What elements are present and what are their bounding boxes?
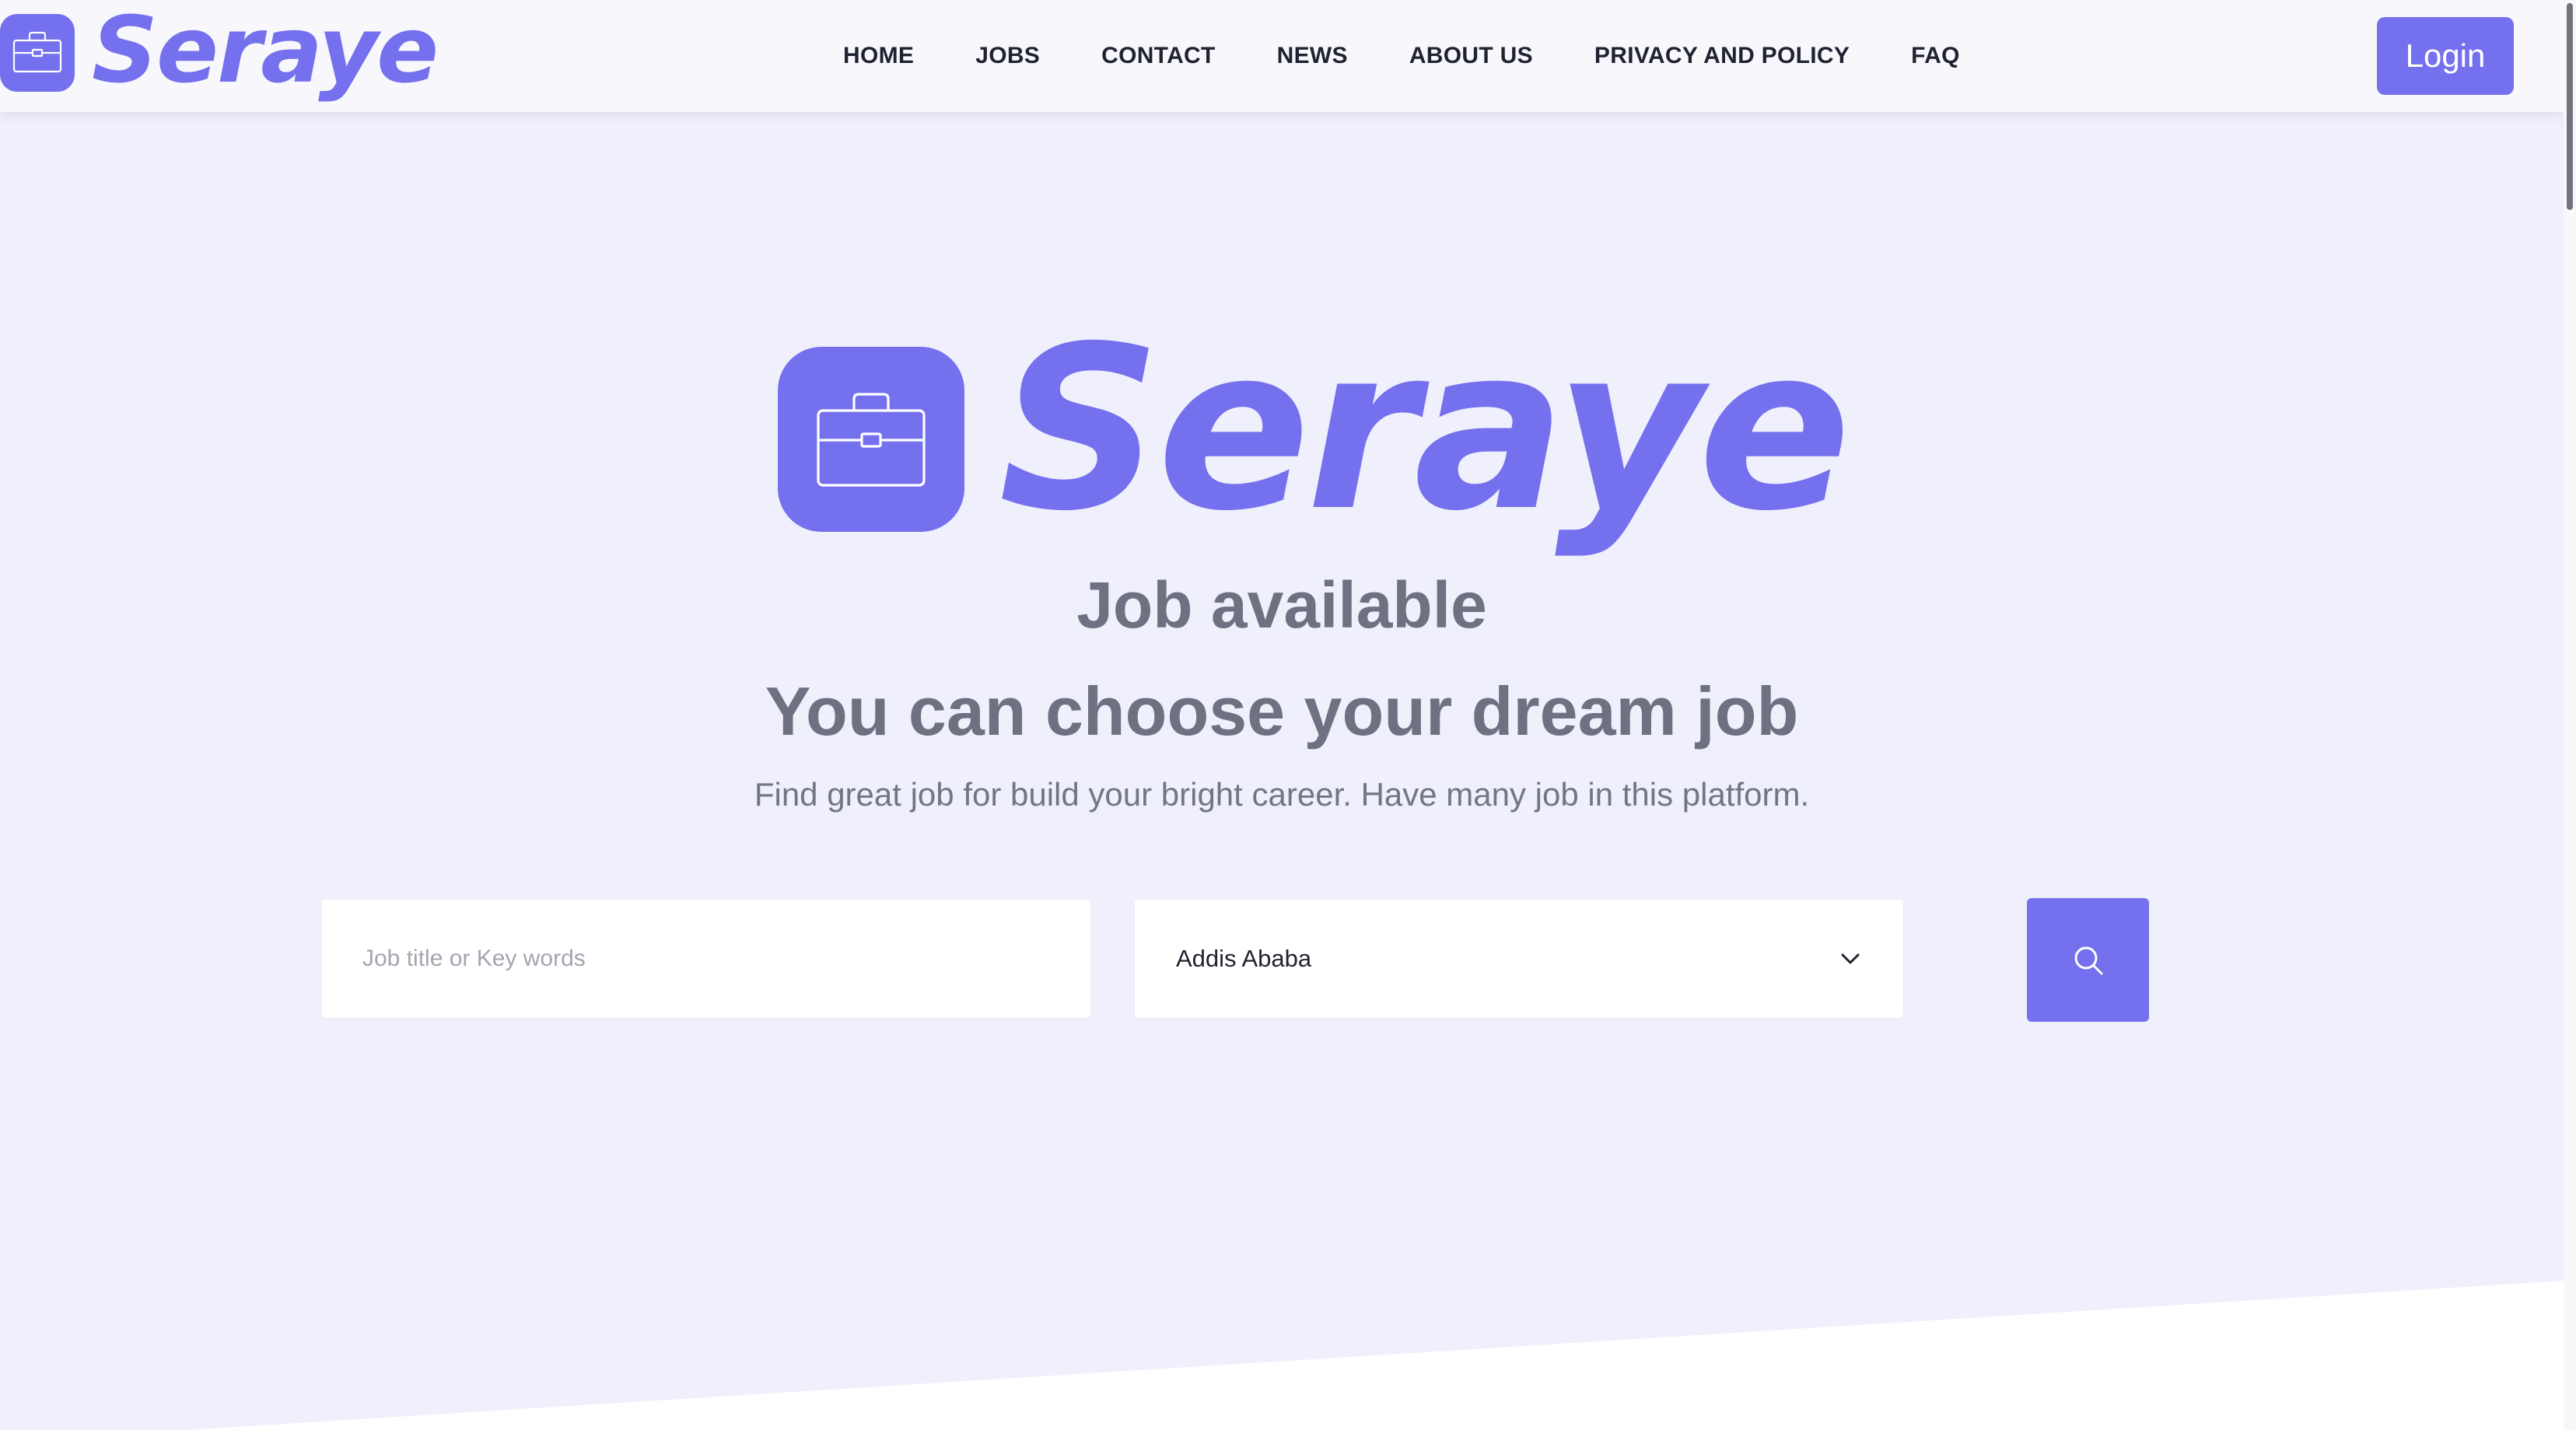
briefcase-icon [0,14,75,92]
nav-home[interactable]: HOME [843,43,914,69]
hero-brand-name: Seraye [999,299,1851,561]
page-scrollbar[interactable] [2564,0,2576,1430]
location-select[interactable]: Addis Ababa [1135,900,1903,1018]
nav-news[interactable]: NEWS [1277,43,1348,69]
scrollbar-thumb[interactable] [2567,3,2573,210]
search-icon [2074,946,2102,974]
hero-subheadline: You can choose your dream job [765,673,1799,750]
hero-tagline: Find great job for build your bright car… [754,776,1810,813]
hero-headline: Job available [1076,568,1487,642]
login-button[interactable]: Login [2377,17,2514,95]
brand-name: Seraye [92,0,439,103]
nav-privacy-and-policy[interactable]: PRIVACY AND POLICY [1594,43,1850,69]
search-button[interactable] [2027,898,2149,1022]
nav-about-us[interactable]: ABOUT US [1409,43,1533,69]
nav-jobs[interactable]: JOBS [975,43,1040,69]
chevron-down-icon [1841,953,1860,964]
location-selected-value: Addis Ababa [1176,945,1312,972]
briefcase-icon [778,347,964,532]
hero-logo: Seraye [778,317,1851,544]
top-navbar: Seraye HOME JOBS CONTACT NEWS ABOUT US P… [0,0,2564,112]
brand-logo-link[interactable]: Seraye [0,0,439,103]
main-nav: HOME JOBS CONTACT NEWS ABOUT US PRIVACY … [843,0,1960,112]
nav-contact[interactable]: CONTACT [1101,43,1216,69]
nav-faq[interactable]: FAQ [1911,43,1960,69]
job-keyword-input[interactable] [322,900,1090,1018]
page: Seraye HOME JOBS CONTACT NEWS ABOUT US P… [0,0,2576,1430]
